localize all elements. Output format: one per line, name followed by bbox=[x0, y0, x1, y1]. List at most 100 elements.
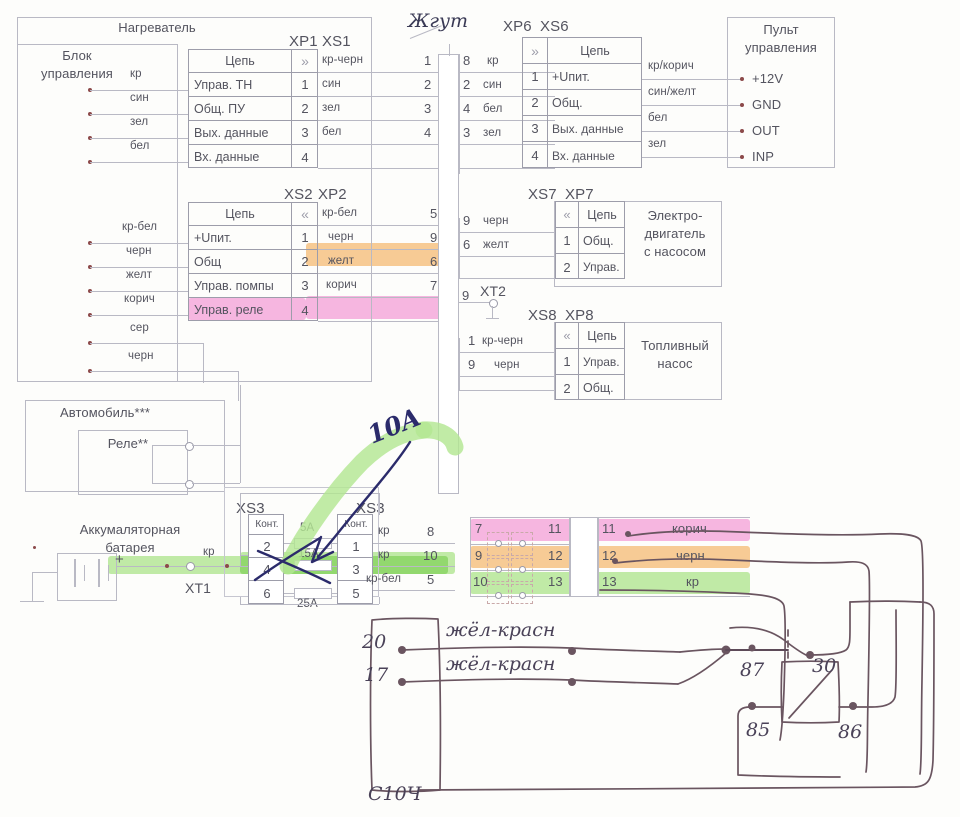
harness-wire-xs8-2: черн bbox=[494, 359, 520, 371]
xs1-wire-1: кр-черн bbox=[322, 54, 364, 66]
xp6-table: » Цепь 1 +Uпит. 2 Общ. 3 Вых. данные 4 В… bbox=[522, 37, 642, 168]
xs7-circuit-2: Управ. bbox=[583, 260, 620, 274]
xs8-circuit-2: Общ. bbox=[583, 381, 614, 395]
battery-title-1: Аккумаляторная bbox=[79, 522, 181, 537]
power-left-pin-3: 10 bbox=[473, 574, 488, 589]
control-panel-title-2: управления bbox=[745, 40, 817, 55]
battery-neg-dot bbox=[33, 546, 36, 549]
xp6-pin-2: 2 bbox=[531, 95, 539, 110]
cu-wire-9: сер bbox=[130, 322, 149, 334]
xp1-table: Цепь » Управ. ТН 1 Общ. ПУ 2 Вых. данные… bbox=[188, 49, 318, 168]
power-term-b2 bbox=[519, 566, 526, 573]
harness-pin-xs8-1: 1 bbox=[468, 333, 476, 348]
xp2-wire-4: корич bbox=[326, 279, 357, 291]
fuel-pump-title-1: Топливный bbox=[641, 338, 709, 353]
harness-pin-xs7-2: 6 bbox=[463, 237, 471, 252]
handwritten-pin-20: 20 bbox=[361, 631, 386, 653]
cu-wire-2: син bbox=[130, 92, 149, 104]
xp2-pin-4: 7 bbox=[430, 278, 438, 293]
xs2-pin-3: 3 bbox=[301, 278, 309, 293]
xs8-table: « Цепь 1 Управ. 2 Общ. bbox=[555, 322, 625, 400]
harness-connector-bar bbox=[438, 54, 459, 494]
power-right-wire-3: кр bbox=[686, 574, 700, 589]
xs8-header: Цепь bbox=[587, 328, 617, 343]
cu-wire-4: бел bbox=[130, 140, 150, 152]
control-unit-title-1: Блок bbox=[62, 48, 92, 63]
xs7-label: XS7 bbox=[528, 186, 557, 203]
motor-pump-title-2: двигатель bbox=[644, 226, 706, 241]
harness-title: Жгут bbox=[408, 10, 468, 32]
panel-terminal-4: INP bbox=[752, 149, 774, 164]
xs3-right-wire-2: кр bbox=[378, 549, 390, 561]
control-unit-title-2: управления bbox=[41, 66, 113, 81]
harness-pin-xs7-1: 9 bbox=[463, 213, 471, 228]
xs3-left-pin-3: 6 bbox=[263, 585, 271, 601]
xp2-pin-1: 5 bbox=[430, 206, 438, 221]
xs3-left-pin-1: 2 bbox=[263, 538, 271, 554]
xs3-right-table: Конт. 1 3 5 bbox=[337, 514, 373, 604]
xs1-pin-3: 3 bbox=[424, 101, 432, 116]
control-unit-box bbox=[17, 44, 178, 382]
handwritten-wire-17: жёл-красн bbox=[446, 653, 555, 675]
cu-wire-1: кр bbox=[130, 68, 142, 80]
control-panel-title-1: Пульт bbox=[763, 22, 799, 37]
xs8-arrow: « bbox=[563, 328, 571, 343]
xs2-circuit-3: Управ. помпы bbox=[194, 278, 274, 293]
power-right-wire-1: корич bbox=[672, 521, 707, 536]
xs3-left-pin-2: 4 bbox=[263, 561, 271, 577]
xs1-pin-4: 4 bbox=[424, 125, 432, 140]
xs2-label: XS2 bbox=[284, 186, 313, 203]
panel-wire-1: кр/корич bbox=[648, 60, 694, 72]
fuel-pump-title-2: насос bbox=[657, 356, 693, 371]
xt2-terminal bbox=[489, 299, 498, 308]
xs8-pin-2: 2 bbox=[563, 380, 571, 396]
xs7-table: « Цепь 1 Общ. 2 Управ. bbox=[555, 201, 625, 279]
power-term-a1 bbox=[495, 540, 502, 547]
xs1-pin-1: 1 bbox=[424, 53, 432, 68]
xp1-pin-3: 3 bbox=[301, 125, 309, 140]
harness-pin-xp6-4: 3 bbox=[463, 125, 471, 140]
cu-wire-8: корич bbox=[124, 293, 155, 305]
xp2-pin-2: 9 bbox=[430, 230, 438, 245]
xt1-wire: кр bbox=[203, 546, 215, 558]
xs2-circuit-2: Общ bbox=[194, 254, 222, 269]
xp1-label: XP1 bbox=[289, 33, 318, 50]
handwritten-relay-87: 87 bbox=[740, 659, 765, 681]
power-mid-pin-3: 13 bbox=[548, 574, 563, 589]
xs3-right-hpin-3: 5 bbox=[427, 572, 435, 587]
handwritten-wire-20: жёл-красн bbox=[446, 619, 555, 641]
handwritten-relay-30: 30 bbox=[812, 655, 836, 677]
xs2-circuit-4: Управ. реле bbox=[194, 303, 264, 317]
xp6-pin-4: 4 bbox=[531, 148, 539, 163]
power-left-pin-2: 9 bbox=[475, 548, 483, 563]
xp2-wire-1: кр-бел bbox=[322, 207, 358, 219]
xs7-header: Цепь bbox=[587, 207, 617, 222]
power-left-pin-1: 7 bbox=[475, 521, 483, 536]
xt2-pin: 9 bbox=[462, 288, 470, 303]
fuse-15a-label: 15A bbox=[298, 548, 319, 560]
xp1-circuit-1: Управ. ТН bbox=[194, 77, 253, 92]
xs8-label: XS8 bbox=[528, 307, 557, 324]
fuse-5a-label: 5A bbox=[300, 522, 315, 534]
xs6-label: XS6 bbox=[540, 18, 569, 35]
power-block-right bbox=[570, 517, 598, 597]
xp1-pin-2: 2 bbox=[301, 101, 309, 116]
harness-wire-xp6-1: кр bbox=[487, 55, 499, 67]
xp6-circuit-3: Вых. данные bbox=[552, 121, 624, 136]
handwritten-c104: С10Ч bbox=[368, 783, 423, 805]
harness-wire-xs7-2: желт bbox=[483, 239, 510, 251]
xp1-pin-4: 4 bbox=[301, 149, 309, 165]
panel-wire-2: син/желт bbox=[648, 86, 697, 98]
xs2-pin-1: 1 bbox=[301, 230, 309, 245]
xs3-right-hpin-1: 8 bbox=[427, 524, 435, 539]
xs2-pin-4: 4 bbox=[301, 302, 309, 318]
motor-pump-title-1: Электро- bbox=[647, 208, 703, 223]
power-mid-pin-1: 11 bbox=[548, 521, 562, 536]
xs1-wire-3: зел bbox=[322, 102, 341, 114]
xs2-circuit-1: +Uпит. bbox=[194, 230, 232, 245]
panel-term-dot-4 bbox=[740, 155, 744, 159]
handwritten-10a: 10A bbox=[363, 402, 424, 449]
xs7-circuit-1: Общ. bbox=[583, 233, 614, 248]
xs3-left-table: Конт. 2 4 6 bbox=[248, 514, 284, 604]
xt1-dot-a bbox=[165, 564, 169, 568]
